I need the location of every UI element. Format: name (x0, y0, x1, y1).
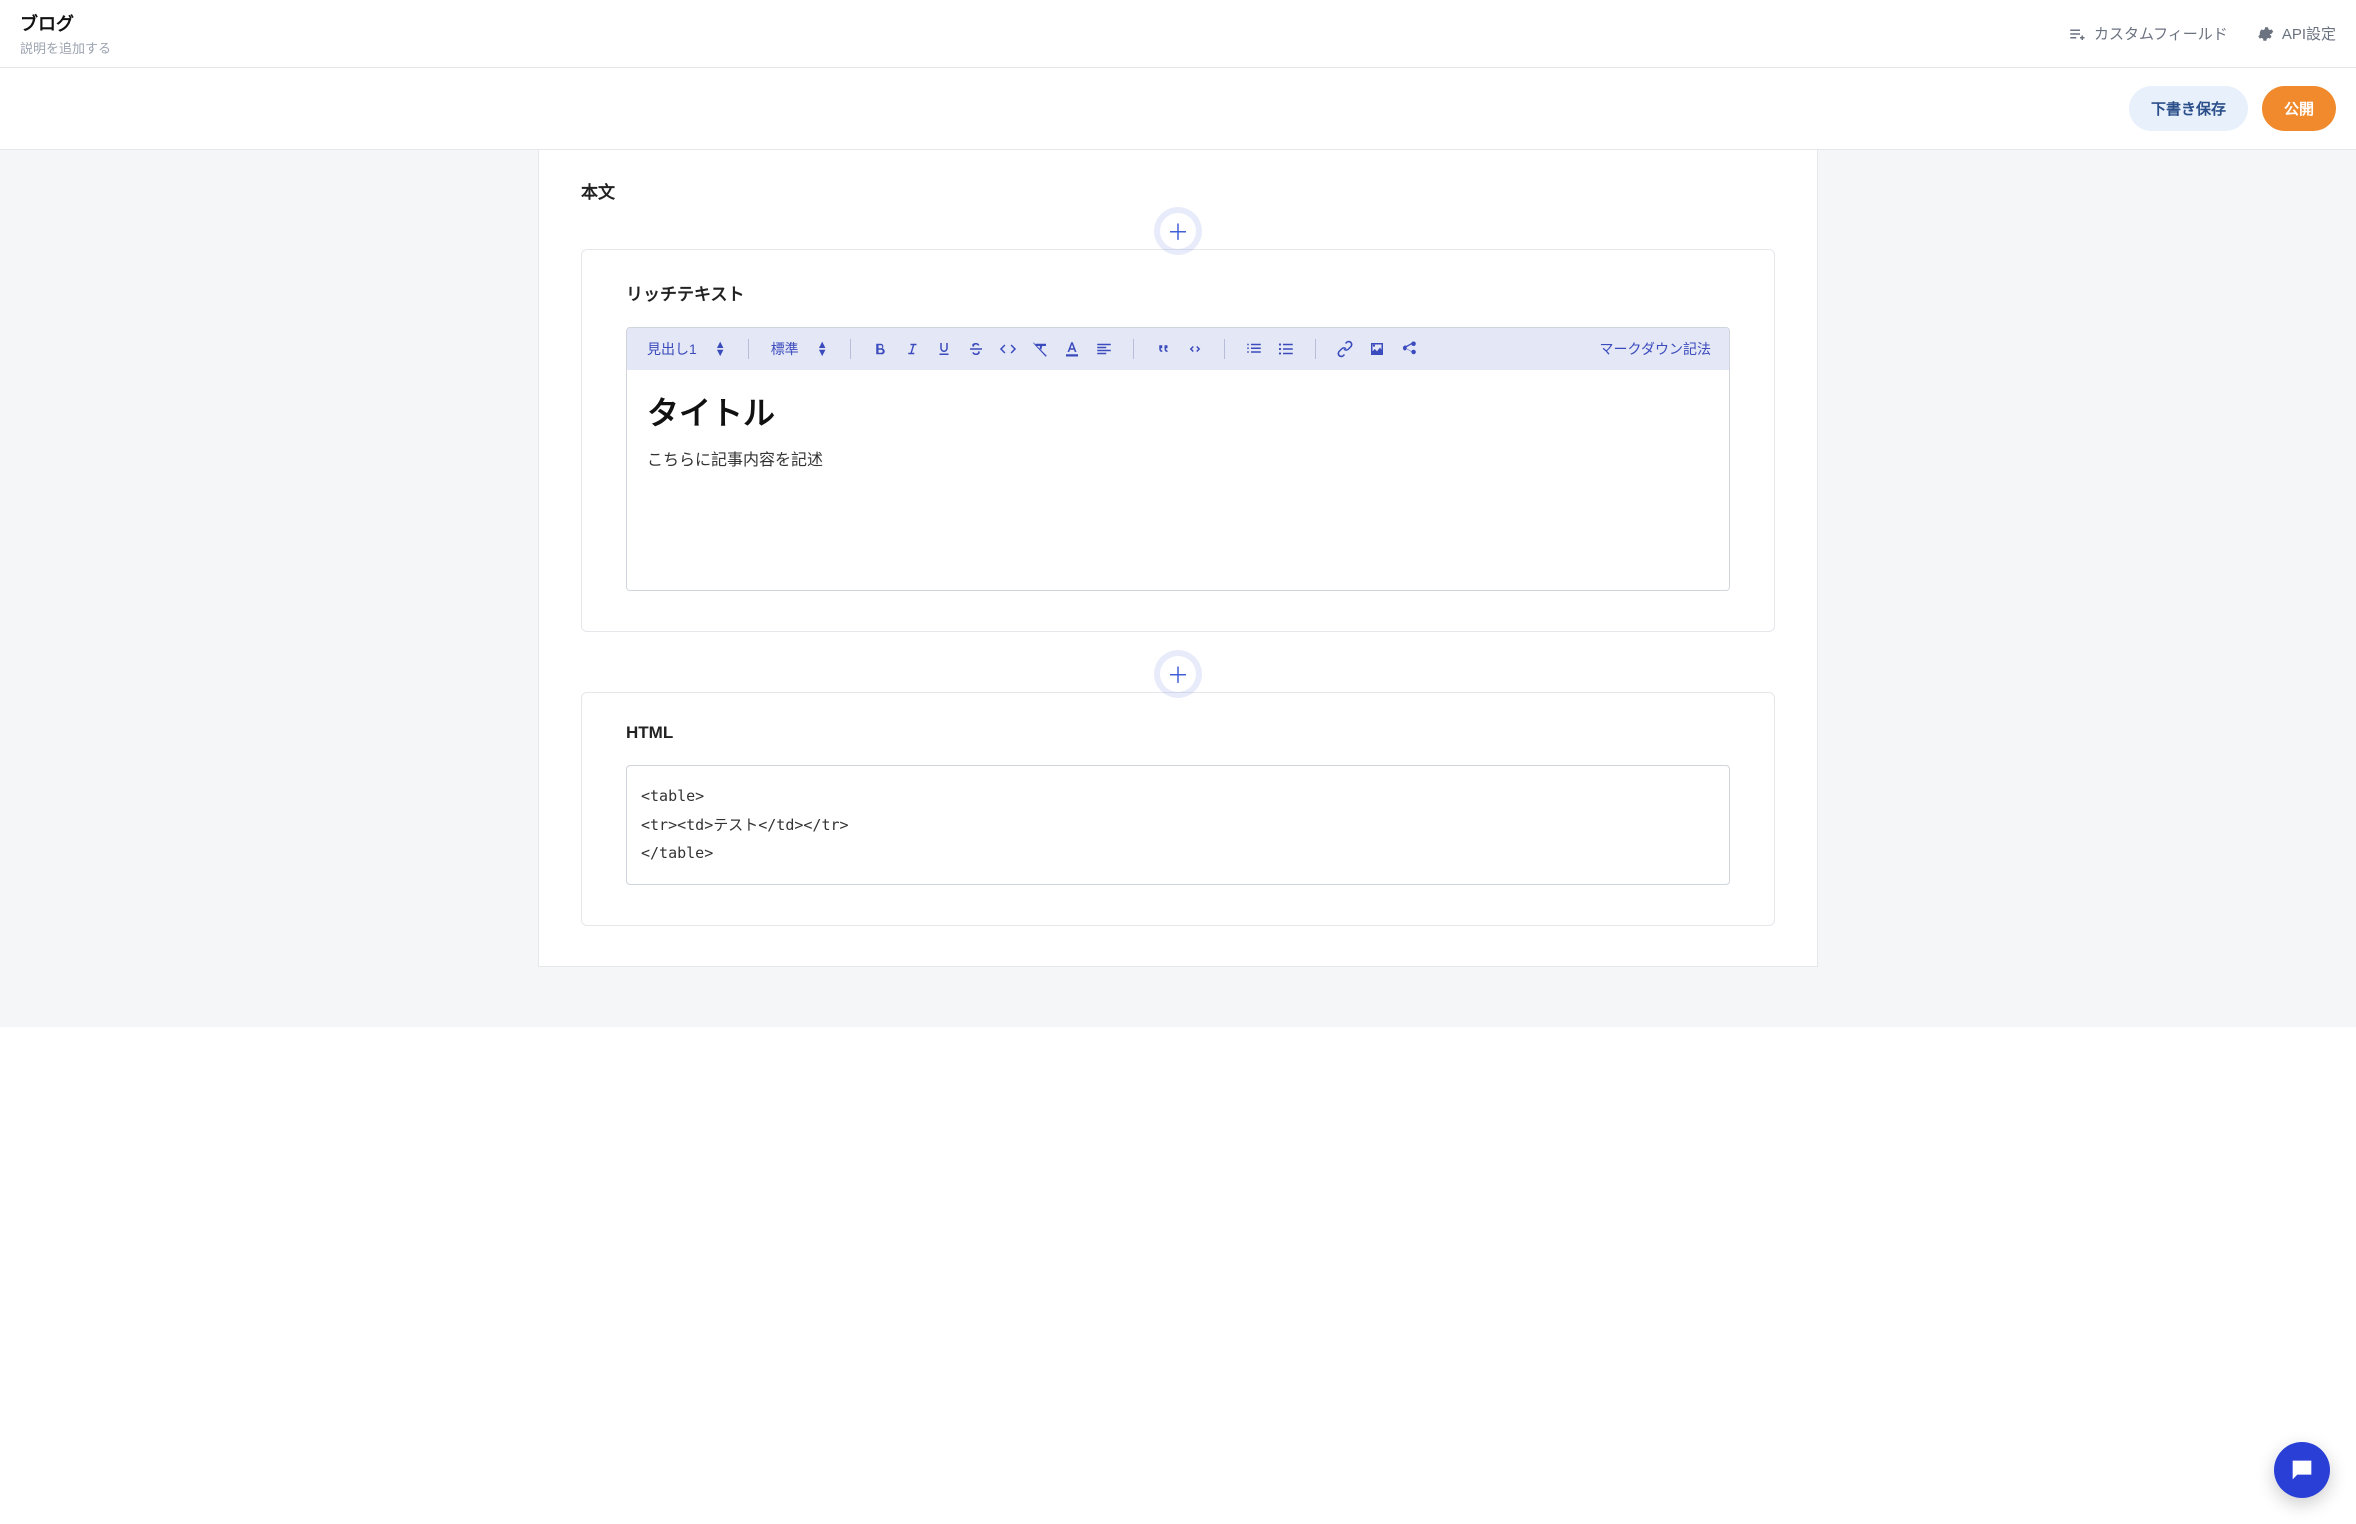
api-settings-button[interactable]: API設定 (2256, 23, 2336, 44)
ordered-list-icon (1245, 340, 1263, 358)
toolbar-separator (850, 339, 851, 359)
richtext-block: リッチテキスト 見出し1 ▲▼ 標準 ▲▼ (581, 249, 1775, 632)
clear-format-button[interactable] (1027, 336, 1053, 362)
italic-icon (903, 340, 921, 358)
editor-body[interactable]: タイトル こちらに記事内容を記述 (627, 370, 1729, 590)
page-subtitle[interactable]: 説明を追加する (20, 38, 111, 57)
codeblock-button[interactable] (1182, 336, 1208, 362)
content-paragraph: こちらに記事内容を記述 (647, 446, 1709, 470)
text-color-icon (1063, 340, 1081, 358)
toolbar-separator (1133, 339, 1134, 359)
image-icon (1368, 340, 1386, 358)
add-block-row-1: ＋ (581, 213, 1775, 249)
html-line: <tr><td>テスト</td></tr> (641, 811, 1715, 840)
html-line: <table> (641, 782, 1715, 811)
underline-icon (935, 340, 953, 358)
html-line: </table> (641, 839, 1715, 868)
content-heading: タイトル (647, 388, 1709, 434)
content-sheet: 本文 ＋ リッチテキスト 見出し1 ▲▼ 標準 ▲▼ (538, 150, 1818, 967)
custom-field-button[interactable]: カスタムフィールド (2068, 23, 2228, 44)
gear-icon (2256, 25, 2274, 43)
style-select-label: 標準 (771, 339, 799, 359)
html-block: HTML <table> <tr><td>テスト</td></tr> </tab… (581, 692, 1775, 926)
link-icon (1336, 340, 1354, 358)
custom-field-label: カスタムフィールド (2094, 23, 2228, 44)
add-block-button[interactable]: ＋ (1160, 213, 1196, 249)
toolbar-separator (1224, 339, 1225, 359)
code-button[interactable] (995, 336, 1021, 362)
workspace: 本文 ＋ リッチテキスト 見出し1 ▲▼ 標準 ▲▼ (0, 150, 2356, 1027)
editor-toolbar: 見出し1 ▲▼ 標準 ▲▼ (627, 328, 1729, 370)
share-button[interactable] (1396, 336, 1422, 362)
strikethrough-icon (967, 340, 985, 358)
top-bar-left: ブログ 説明を追加する (20, 10, 111, 57)
link-button[interactable] (1332, 336, 1358, 362)
heading-select[interactable]: 見出し1 ▲▼ (641, 337, 732, 361)
strikethrough-button[interactable] (963, 336, 989, 362)
richtext-block-title: リッチテキスト (626, 280, 1730, 305)
chat-button[interactable] (2274, 1442, 2330, 1498)
bold-button[interactable] (867, 336, 893, 362)
html-block-title: HTML (626, 723, 1730, 743)
list-plus-icon (2068, 25, 2086, 43)
unordered-list-button[interactable] (1273, 336, 1299, 362)
add-block-button[interactable]: ＋ (1160, 656, 1196, 692)
heading-select-label: 見出し1 (647, 339, 697, 359)
body-section-heading: 本文 (581, 178, 1775, 203)
image-button[interactable] (1364, 336, 1390, 362)
ordered-list-button[interactable] (1241, 336, 1267, 362)
api-settings-label: API設定 (2282, 23, 2336, 44)
unordered-list-icon (1277, 340, 1295, 358)
chat-icon (2288, 1456, 2316, 1484)
html-textarea[interactable]: <table> <tr><td>テスト</td></tr> </table> (626, 765, 1730, 885)
plus-icon: ＋ (1167, 658, 1189, 690)
text-color-button[interactable] (1059, 336, 1085, 362)
publish-button[interactable]: 公開 (2262, 86, 2336, 131)
page-title: ブログ (20, 10, 111, 36)
toolbar-separator (1315, 339, 1316, 359)
richtext-editor: 見出し1 ▲▼ 標準 ▲▼ (626, 327, 1730, 591)
top-bar-right: カスタムフィールド API設定 (2068, 23, 2336, 44)
share-icon (1400, 340, 1418, 358)
plus-icon: ＋ (1167, 215, 1189, 247)
add-block-row-2: ＋ (581, 656, 1775, 692)
bold-icon (871, 340, 889, 358)
style-select[interactable]: 標準 ▲▼ (765, 337, 834, 361)
quote-icon (1154, 340, 1172, 358)
align-button[interactable] (1091, 336, 1117, 362)
code-icon (999, 340, 1017, 358)
underline-button[interactable] (931, 336, 957, 362)
draft-save-button[interactable]: 下書き保存 (2129, 86, 2248, 131)
markdown-hint[interactable]: マークダウン記法 (1600, 339, 1715, 359)
top-bar: ブログ 説明を追加する カスタムフィールド API設定 (0, 0, 2356, 68)
toolbar-separator (748, 339, 749, 359)
quote-button[interactable] (1150, 336, 1176, 362)
sort-icon: ▲▼ (817, 341, 828, 357)
italic-button[interactable] (899, 336, 925, 362)
clear-format-icon (1031, 340, 1049, 358)
align-icon (1095, 340, 1113, 358)
codeblock-icon (1186, 340, 1204, 358)
action-bar: 下書き保存 公開 (0, 68, 2356, 150)
sort-icon: ▲▼ (715, 341, 726, 357)
